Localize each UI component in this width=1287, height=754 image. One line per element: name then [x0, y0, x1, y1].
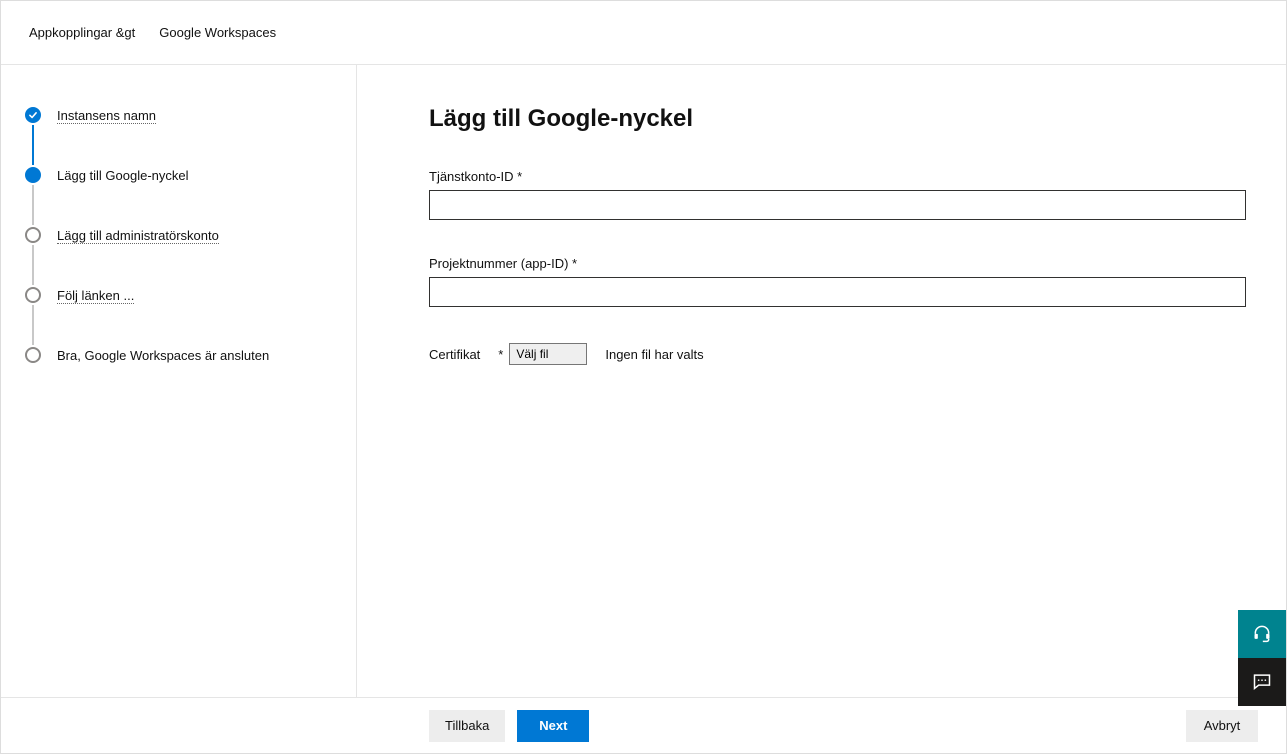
field-certificate: Certifikat * Välj fil Ingen fil har valt… [429, 343, 1246, 365]
page-title: Lägg till Google-nyckel [429, 105, 1246, 133]
cancel-button[interactable]: Avbryt [1186, 710, 1258, 742]
wizard-footer: Tillbaka Next Avbryt [1, 697, 1286, 753]
step-done[interactable]: Bra, Google Workspaces är ansluten [25, 345, 332, 365]
step-pending-icon [25, 287, 41, 303]
breadcrumb-item-1[interactable]: Appkopplingar &gt [29, 25, 135, 40]
field-project-number: Projektnummer (app-ID) * [429, 256, 1246, 307]
step-pending-icon [25, 227, 41, 243]
help-fab-stack [1238, 610, 1286, 706]
service-account-id-input[interactable] [429, 190, 1246, 220]
step-follow-link[interactable]: Följ länken ... [25, 285, 332, 305]
file-status: Ingen fil har valts [605, 347, 703, 362]
project-number-input[interactable] [429, 277, 1246, 307]
next-button[interactable]: Next [517, 710, 589, 742]
step-label: Bra, Google Workspaces är ansluten [57, 348, 269, 363]
step-label: Instansens namn [57, 108, 156, 123]
headset-icon [1252, 623, 1272, 646]
step-label: Lägg till administratörskonto [57, 228, 219, 243]
field-service-account-id: Tjänstkonto-ID * [429, 169, 1246, 220]
wizard-stepper: Instansens namn Lägg till Google-nyckel … [1, 65, 357, 697]
step-instance-name[interactable]: Instansens namn [25, 105, 332, 125]
feedback-icon [1252, 671, 1272, 694]
breadcrumb: Appkopplingar &gt Google Workspaces [1, 1, 1286, 65]
wizard-content: Lägg till Google-nyckel Tjänstkonto-ID *… [357, 65, 1286, 697]
back-button[interactable]: Tillbaka [429, 710, 505, 742]
support-button[interactable] [1238, 610, 1286, 658]
field-label: Tjänstkonto-ID * [429, 169, 1246, 184]
step-current-icon [25, 167, 41, 183]
cert-label: Certifikat [429, 347, 480, 362]
check-icon [25, 107, 41, 123]
step-add-google-key[interactable]: Lägg till Google-nyckel [25, 165, 332, 185]
step-pending-icon [25, 347, 41, 363]
step-label: Följ länken ... [57, 288, 134, 303]
feedback-button[interactable] [1238, 658, 1286, 706]
choose-file-button[interactable]: Välj fil [509, 343, 587, 365]
step-label: Lägg till Google-nyckel [57, 168, 189, 183]
cert-required-asterisk: * [498, 347, 503, 362]
field-label: Projektnummer (app-ID) * [429, 256, 1246, 271]
breadcrumb-item-2[interactable]: Google Workspaces [159, 25, 276, 40]
step-add-admin-account[interactable]: Lägg till administratörskonto [25, 225, 332, 245]
